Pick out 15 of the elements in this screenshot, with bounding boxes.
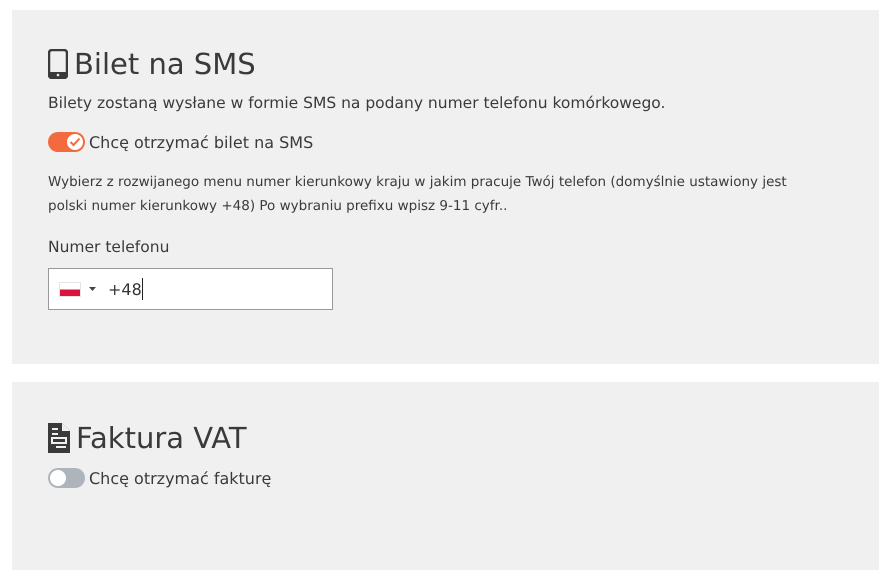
toggle-label: Chcę otrzymać fakturę [89,468,272,488]
caret-icon[interactable] [89,287,96,291]
toggle-label: Chcę otrzymać bilet na SMS [89,132,314,152]
phone-field[interactable]: +48 [48,268,333,310]
hint-text: Wybierz z rozwijanego menu numer kierunkowy kraju w jakim pracuje Twój telefon (domyślnie ustawiony jest polski numer kierunkowy +48) Po wybraniu prefixu wpisz 9-11 cyfr.. [48,173,788,216]
phone-icon [48,49,68,79]
toggle-switch[interactable] [48,468,85,488]
section-title: Bilet na SMS [74,47,256,81]
toggle-switch[interactable] [48,132,85,152]
check-icon [69,137,81,147]
description-text: Bilety zostaną wysłane w formie SMS na podany numer telefonu komórkowego. [48,94,666,112]
section-title: Faktura VAT [76,421,247,455]
document-icon [48,423,70,453]
field-label: Numer telefonu [48,238,170,256]
flag-icon[interactable] [59,282,81,296]
